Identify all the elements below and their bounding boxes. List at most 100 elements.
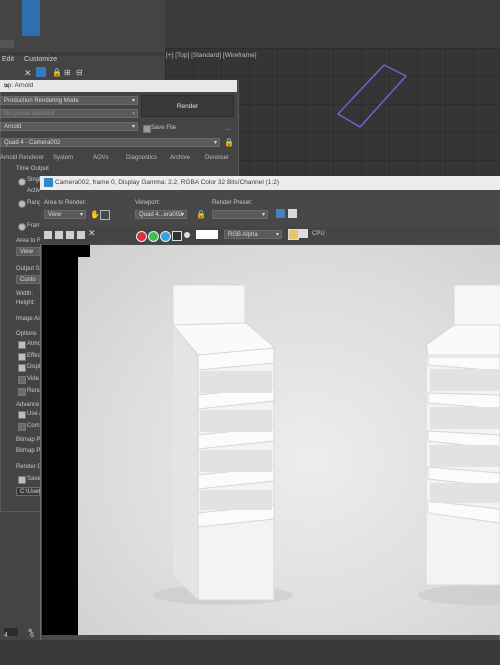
toggle-overlay-icon[interactable] [299,229,308,238]
save-file-checkbox[interactable] [143,125,151,133]
render-left-margin [42,245,78,635]
target-value: Production Rendering Mode [4,98,79,104]
clear-icon[interactable]: ✕ [88,228,96,239]
toggle-ui-icon[interactable] [288,229,299,240]
frame-window-titlebar[interactable]: Camera002, frame 0, Display Gamma: 2.2, … [40,176,500,190]
display-stand-left [153,284,293,605]
option-label: Displ [27,364,41,370]
width-label: Width: [16,291,34,297]
render-button[interactable]: Render [141,95,234,117]
dropdown-icon[interactable] [0,40,14,48]
radio-single[interactable] [18,178,26,186]
renderer-dropdown[interactable]: Arnold ▾ [0,122,138,131]
render-preset-dropdown[interactable]: ▾ [212,210,268,219]
blue-channel-icon[interactable] [160,231,171,242]
clone-window-icon[interactable] [66,231,74,239]
time-output-heading: Time Output [16,166,49,172]
tab-archive[interactable]: Archive [170,155,190,161]
main-toolbar: ✕ 🔒 ⊞ ⊟ [0,66,165,80]
red-channel-icon[interactable] [136,231,147,242]
green-channel-icon[interactable] [148,231,159,242]
chevron-down-icon: ▾ [261,212,265,218]
viewport-value: Quad 4...era002 [139,212,183,218]
view-dropdown[interactable]: Quad 4 - Camera002 ▾ [0,138,220,147]
alpha-channel-icon[interactable] [172,231,182,241]
chevron-down-icon: ▾ [275,232,279,238]
monochrome-icon[interactable] [184,232,190,238]
preset-dropdown[interactable]: No preset selected ▾ [0,109,138,118]
save-file-label: Save File [151,125,177,131]
use-advanced-checkbox[interactable] [18,411,26,419]
selected-box-outline [336,64,408,128]
auto-region-icon[interactable] [100,210,110,220]
height-label: Height: [16,300,36,306]
radio-label-single: Singl [27,177,41,183]
chevron-down-icon: ▾ [131,124,135,130]
color-swatch[interactable] [196,230,218,239]
area-value: View [20,249,33,255]
chevron-down-icon: ▾ [79,212,83,218]
print-icon[interactable] [77,231,85,239]
atmospherics-checkbox[interactable] [18,341,26,349]
output-size-dropdown[interactable]: Custo [16,275,40,284]
menu-edit[interactable]: Edit [2,56,14,63]
channel-dropdown[interactable]: RGB Alpha ▾ [224,230,282,239]
close-icon[interactable]: ✕ [4,82,231,90]
tab-diagnostics[interactable]: Diagnostics [126,155,157,161]
lock-icon[interactable]: 🔒 [196,210,206,219]
tab-system[interactable]: System [53,155,73,161]
area-to-render-dropdown[interactable]: View ▾ [44,210,86,219]
hierarchy-icon[interactable]: ⊞ [64,68,71,77]
view-value: Quad 4 - Camera002 [4,140,61,146]
option-label: Atmo [27,341,42,347]
image-aspect-label: Image As [16,316,42,322]
render-hidden-checkbox[interactable] [18,388,26,396]
target-dropdown[interactable]: Production Rendering Mode ▾ [0,96,138,105]
ellipsis-icon[interactable]: ... [226,126,231,132]
tab-aovs[interactable]: AOVs [93,155,109,161]
edit-region-icon[interactable]: ✋ [90,210,100,219]
chevron-down-icon: ▾ [131,98,135,104]
modifier-icon[interactable] [22,0,40,36]
effects-checkbox[interactable] [18,353,26,361]
viewport-label: Viewport: [135,200,160,206]
display-stand-right [418,284,500,605]
options-heading: Options [16,331,37,337]
viewport-label[interactable]: [+] [Top] [Standard] [Wireframe] [166,52,257,59]
cpu-label: CPU [312,231,325,237]
tab-denoiser[interactable]: Denoiser [205,155,229,161]
render-setup-icon[interactable] [276,209,285,218]
menu-customize[interactable]: Customize [24,56,57,63]
environment-icon[interactable] [288,209,297,218]
chevron-down-icon: ▾ [213,140,217,146]
chevron-down-icon: ▾ [131,111,135,117]
area-dropdown[interactable]: View [16,247,40,256]
video-checkbox[interactable] [18,376,26,384]
radio-frames[interactable] [18,223,26,231]
close-icon[interactable]: ✕ [24,68,32,79]
channel-value: RGB Alpha [228,232,258,238]
radio-range[interactable] [18,200,26,208]
tab-arnold-renderer[interactable]: Arnold Renderer [0,155,44,161]
viewport-dropdown[interactable]: Quad 4...era002 ▾ [135,210,187,219]
render-output-heading: Render O [16,464,43,470]
chevron-down-icon: ▾ [180,212,184,218]
area-to-render-label: Area to R [16,238,42,244]
compute-checkbox[interactable] [18,423,26,431]
rendered-display-stands [153,284,500,605]
select-icon[interactable] [36,67,46,77]
save-output-label: Save [27,476,41,482]
save-image-icon[interactable] [44,231,52,239]
app-icon [44,178,53,187]
output-size-value: Custo [20,277,36,283]
lock-icon[interactable]: 🔒 [52,68,62,77]
render-setup-titlebar[interactable]: up: Arnold ✕ [0,80,237,92]
render-image[interactable] [78,245,500,635]
save-output-checkbox[interactable] [18,476,26,484]
copy-image-icon[interactable] [55,231,63,239]
layers-icon[interactable]: ⊟ [76,68,83,77]
displacement-checkbox[interactable] [18,364,26,372]
output-path-field[interactable]: C:\Users\ [16,487,45,496]
lock-icon[interactable]: 🔒 [224,138,234,147]
option-label: Effec [27,353,41,359]
